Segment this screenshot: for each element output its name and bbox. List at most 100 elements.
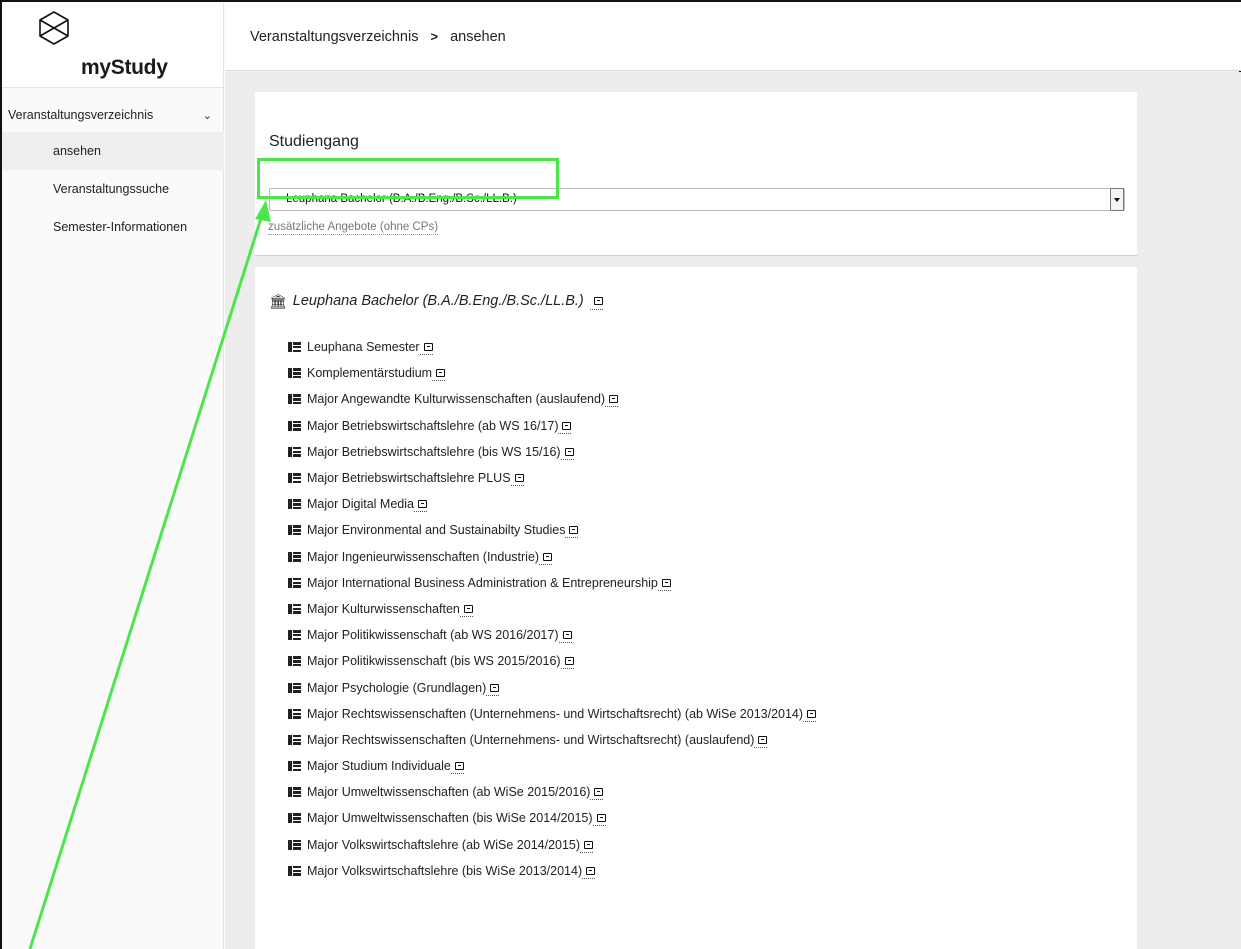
external-link[interactable] <box>565 522 579 539</box>
program-filter-title: Studiengang <box>269 133 359 150</box>
external-link[interactable] <box>459 601 473 617</box>
main-content: Studiengang Leuphana Bachelor (B.A./B.En… <box>225 72 1241 949</box>
tree-list: Leuphana Semester Komplementärstudium Majo… <box>288 334 817 884</box>
external-link[interactable] <box>605 391 619 408</box>
external-link-icon <box>661 578 671 587</box>
external-link[interactable] <box>754 732 768 748</box>
tree-item: Major Politikwissenschaft (bis WS 2015/2… <box>288 648 816 674</box>
list-icon <box>288 342 301 353</box>
external-link[interactable] <box>803 706 817 722</box>
external-link[interactable] <box>582 863 596 879</box>
external-link-icon <box>593 297 603 305</box>
tree-item: Major Rechtswissenschaften (Unternehmens… <box>288 727 816 753</box>
external-link-icon <box>609 395 619 404</box>
chevron-down-icon: ⌄ <box>202 109 212 122</box>
external-link-icon <box>564 657 574 666</box>
external-link-icon <box>584 840 594 849</box>
tree-item-label[interactable]: Major International Business Administrat… <box>307 576 658 590</box>
external-link[interactable] <box>486 680 500 696</box>
external-link-icon <box>436 369 446 378</box>
external-link[interactable] <box>413 496 427 513</box>
tree-item-label[interactable]: Major Umweltwissenschaften (ab WiSe 2015… <box>307 785 590 799</box>
external-link[interactable] <box>539 549 553 565</box>
additional-offers-link[interactable]: zusätzliche Angebote (ohne CPs) <box>268 220 439 235</box>
tree-item-label[interactable]: Major Politikwissenschaft (bis WS 2015/2… <box>307 654 561 668</box>
annotation-highlight-box <box>257 158 559 199</box>
tree-item-label[interactable]: Major Angewandte Kulturwissenschaften (a… <box>307 392 605 406</box>
external-link[interactable] <box>419 339 433 356</box>
list-icon <box>288 551 301 562</box>
tree-item-label[interactable]: Major Rechtswissenschaften (Unternehmens… <box>307 733 754 747</box>
tree-item: Komplementärstudium <box>288 360 816 386</box>
tree-item: Major International Business Administrat… <box>288 570 816 596</box>
external-link[interactable] <box>558 418 572 434</box>
external-link[interactable] <box>657 575 671 591</box>
tree-item-label[interactable]: Major Betriebswirtschaftslehre PLUS <box>307 471 511 485</box>
external-link-icon <box>454 762 464 771</box>
tree-item-label[interactable]: Major Rechtswissenschaften (Unternehmens… <box>307 707 803 721</box>
external-link[interactable] <box>589 292 603 310</box>
list-icon <box>288 813 301 824</box>
tree-item-label[interactable]: Major Umweltwissenschaften (bis WiSe 201… <box>307 811 593 825</box>
list-icon <box>288 682 301 693</box>
tree-item-label[interactable]: Major Digital Media <box>307 497 414 511</box>
breadcrumb-item-veranstaltungsverzeichnis[interactable]: Veranstaltungsverzeichnis <box>250 29 418 45</box>
tree-item-label[interactable]: Major Psychologie (Grundlagen) <box>307 681 486 695</box>
list-icon <box>288 473 301 484</box>
external-link-icon <box>514 474 524 483</box>
logo[interactable]: myStudy <box>2 2 223 88</box>
sidebar-item-label: ansehen <box>53 144 101 158</box>
sidebar-item-semester-informationen[interactable]: Semester-Informationen <box>2 208 224 246</box>
tree-item: Major Betriebswirtschaftslehre (ab WS 16… <box>288 413 816 439</box>
list-icon <box>288 839 301 850</box>
tree-item-label[interactable]: Major Volkswirtschaftslehre (ab WiSe 201… <box>307 838 580 852</box>
dropdown-arrow-icon[interactable] <box>1110 188 1124 211</box>
list-icon <box>288 630 301 641</box>
tree-item-label[interactable]: Major Kulturwissenschaften <box>307 602 460 616</box>
tree-item: Major Rechtswissenschaften (Unternehmens… <box>288 701 817 727</box>
topbar: Veranstaltungsverzeichnis > ansehen <box>225 2 1241 71</box>
tree-item: Leuphana Semester <box>288 334 816 360</box>
external-link[interactable] <box>558 627 572 644</box>
sidebar-item-ansehen[interactable]: ansehen <box>2 132 224 170</box>
list-icon <box>288 525 301 536</box>
logo-text: myStudy <box>81 56 168 79</box>
sidebar-item-label: Semester-Informationen <box>53 220 188 234</box>
sidebar-group-toggle[interactable]: Veranstaltungsverzeichnis ⌄ <box>2 98 224 132</box>
tree-item-label[interactable]: Major Politikwissenschaft (ab WS 2016/20… <box>307 628 559 642</box>
external-link-icon <box>758 735 768 744</box>
external-link[interactable] <box>432 365 446 382</box>
sidebar-item-veranstaltungssuche[interactable]: Veranstaltungssuche <box>2 170 224 208</box>
tree-item-label[interactable]: Komplementärstudium <box>307 366 432 380</box>
external-link[interactable] <box>590 784 604 801</box>
list-icon <box>288 734 301 745</box>
list-icon <box>288 420 301 431</box>
external-link-icon <box>562 421 572 430</box>
external-link[interactable] <box>450 758 464 775</box>
external-link-icon <box>490 683 500 692</box>
tree-item-label[interactable]: Leuphana Semester <box>307 340 420 354</box>
tree-item-label[interactable]: Major Environmental and Sustainabilty St… <box>307 523 565 537</box>
external-link[interactable] <box>560 653 574 670</box>
external-link-icon <box>543 552 553 561</box>
sidebar-nav: Veranstaltungsverzeichnis ⌄ ansehen Vera… <box>2 98 224 246</box>
tree-item-label[interactable]: Major Volkswirtschaftslehre (bis WiSe 20… <box>307 864 582 878</box>
external-link[interactable] <box>592 810 606 827</box>
tree-item-label[interactable]: Major Betriebswirtschaftslehre (ab WS 16… <box>307 419 558 433</box>
external-link[interactable] <box>560 444 574 460</box>
tree-item: Major Politikwissenschaft (ab WS 2016/20… <box>288 622 816 648</box>
tree-root-label[interactable]: Leuphana Bachelor (B.A./B.Eng./B.Sc./LL.… <box>293 293 584 309</box>
tree-item: Major Umweltwissenschaften (ab WiSe 2015… <box>288 779 816 805</box>
list-icon <box>288 787 301 798</box>
external-link[interactable] <box>580 837 594 853</box>
external-link-icon <box>569 526 579 535</box>
external-link[interactable] <box>510 470 524 487</box>
list-icon <box>288 603 301 614</box>
tree-item: Major Volkswirtschaftslehre (ab WiSe 201… <box>288 832 816 858</box>
tree-item-label[interactable]: Major Studium Individuale <box>307 759 451 773</box>
program-tree-card: 🏛 Leuphana Bachelor (B.A./B.Eng./B.Sc./L… <box>255 267 1137 949</box>
list-icon <box>288 368 301 379</box>
tree-item-label[interactable]: Major Betriebswirtschaftslehre (bis WS 1… <box>307 445 561 459</box>
tree-item-label[interactable]: Major Ingenieurwissenschaften (Industrie… <box>307 550 539 564</box>
tree-item: Major Kulturwissenschaften <box>288 596 816 622</box>
